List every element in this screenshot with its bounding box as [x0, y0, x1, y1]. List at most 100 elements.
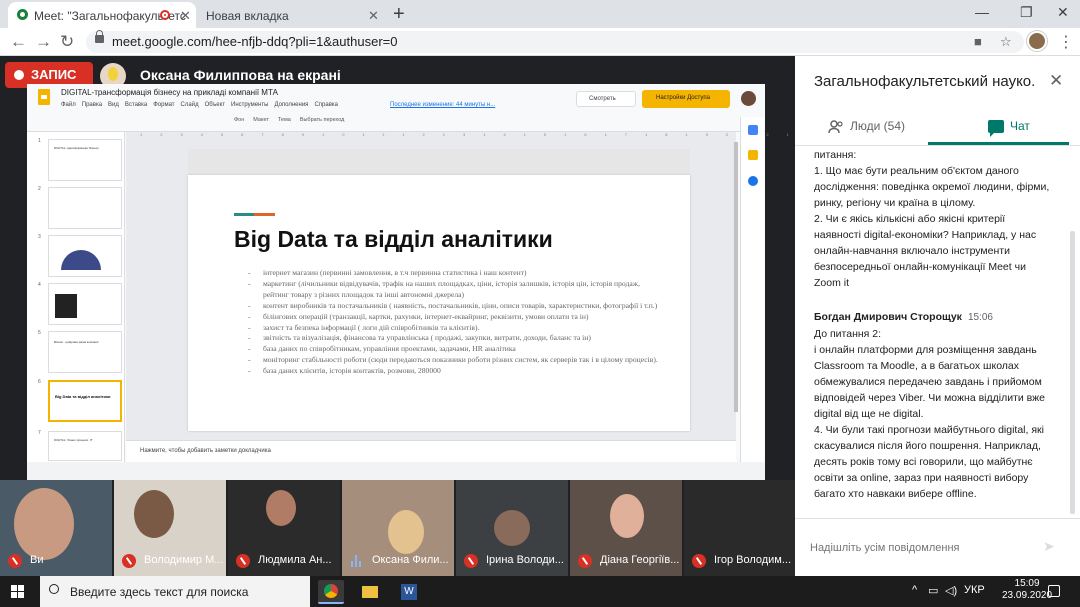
participant-tile[interactable]: Людмила Ан...	[228, 480, 340, 576]
participant-video	[610, 494, 644, 538]
last-edit-link[interactable]: Последнее изменение: 44 минуты н...	[390, 102, 495, 108]
transition-button[interactable]: Выбрать переход	[300, 117, 345, 123]
menu-slide[interactable]: Слайд	[181, 102, 199, 108]
thumb-number: 3	[38, 234, 41, 240]
notifications-icon[interactable]	[1048, 585, 1060, 597]
language-indicator[interactable]: УКР	[964, 584, 985, 596]
slide-thumbnail[interactable]	[48, 187, 122, 229]
slides-user-avatar[interactable]	[741, 91, 756, 106]
tasks-icon[interactable]	[748, 176, 758, 186]
slide-thumbnail[interactable]: Візник - цифрова зміна компанії	[48, 331, 122, 373]
close-tab-icon[interactable]: ✕	[180, 8, 191, 24]
slide-thumbnail[interactable]: DIGITAL: бізнес-процеси. ІТ	[48, 431, 122, 461]
new-tab-button[interactable]: +	[393, 3, 405, 26]
word-icon[interactable]: W	[396, 580, 422, 604]
canvas-scrollbar[interactable]	[734, 142, 738, 412]
close-window-icon[interactable]: ✕	[1057, 4, 1069, 21]
send-icon[interactable]: ➤	[1043, 538, 1055, 555]
chrome-taskbar-icon[interactable]	[318, 580, 344, 604]
slides-toolbar: Фон Макет Тема Выбрать переход	[36, 117, 736, 130]
participant-tile[interactable]: Оксана Фили...	[342, 480, 454, 576]
tab-chat[interactable]: Чат	[1010, 119, 1030, 133]
keep-icon[interactable]	[748, 150, 758, 160]
camera-icon[interactable]: ■	[974, 34, 982, 49]
chat-message: До питання 2: і онлайн платформи для роз…	[814, 328, 1045, 500]
tab-new[interactable]: Новая вкладка ✕	[196, 2, 384, 28]
reload-icon[interactable]: ↻	[60, 32, 74, 52]
slide-thumbnail-selected[interactable]: Big Data та відділ аналітики	[48, 380, 122, 422]
windows-start-icon[interactable]	[11, 585, 25, 599]
tab-meet[interactable]: Meet: "Загальнофакультетс ✕	[8, 2, 196, 28]
layout-button[interactable]: Макет	[253, 117, 269, 123]
chat-scrollbar[interactable]	[1070, 231, 1075, 514]
chat-message-input[interactable]	[810, 542, 1030, 554]
menu-object[interactable]: Объект	[205, 102, 225, 108]
maximize-icon[interactable]: ❐	[1020, 4, 1033, 21]
presenter-label: Оксана Филиппова на екрані	[140, 67, 341, 83]
accent-bar	[234, 213, 254, 216]
taskbar-search-placeholder: Введите здесь текст для поиска	[70, 585, 249, 599]
menu-insert[interactable]: Вставка	[125, 102, 147, 108]
back-icon[interactable]: ←	[10, 32, 27, 52]
slides-bottom-bar	[27, 462, 765, 480]
side-panel	[740, 117, 764, 462]
slide-thumbnail[interactable]: DIGITAL-трансформація бізнесу	[48, 139, 122, 181]
slide-title: Big Data та відділ аналітики	[234, 226, 553, 252]
participant-name: Людмила Ан...	[258, 554, 332, 566]
people-icon[interactable]	[828, 120, 844, 134]
menu-help[interactable]: Справка	[314, 102, 338, 108]
slide-thumbnail[interactable]	[48, 235, 122, 277]
participant-tile[interactable]: Діана Георгіїв...	[570, 480, 682, 576]
forward-icon[interactable]: →	[35, 32, 52, 52]
minimize-icon[interactable]: —	[975, 4, 989, 20]
tray-chevron-icon[interactable]: ^	[912, 584, 917, 596]
slides-doc-title: DIGITAL-трансформація бізнесу на приклад…	[61, 88, 278, 97]
mic-off-icon	[464, 554, 478, 568]
thumb-number: 5	[38, 330, 41, 336]
theme-button[interactable]: Тема	[278, 117, 291, 123]
background-button[interactable]: Фон	[234, 117, 244, 123]
participant-avatar	[494, 510, 530, 546]
lock-icon[interactable]	[95, 30, 104, 43]
participant-tile[interactable]: Ігор Володим...	[684, 480, 795, 576]
volume-icon[interactable]: ◁)	[945, 584, 957, 597]
menu-format[interactable]: Формат	[153, 102, 174, 108]
network-icon[interactable]: ▭	[928, 584, 938, 597]
tab-people[interactable]: Люди (54)	[850, 119, 905, 133]
mic-off-icon	[578, 554, 592, 568]
calendar-icon[interactable]	[748, 125, 758, 135]
file-explorer-icon[interactable]	[357, 580, 383, 604]
bullet-item: білінгових операцій (транзакції, картки,…	[248, 312, 658, 323]
participant-tile[interactable]: Ви	[0, 480, 112, 576]
menu-tools[interactable]: Инструменты	[231, 102, 268, 108]
menu-file[interactable]: Файл	[61, 102, 76, 108]
menu-view[interactable]: Вид	[108, 102, 119, 108]
more-menu-icon[interactable]: ⋮	[1058, 32, 1074, 52]
thumb-number: 1	[38, 138, 41, 144]
slides-logo-icon	[38, 89, 50, 105]
share-button[interactable]: Настройки Доступа	[642, 90, 730, 108]
participant-tile[interactable]: Ірина Володи...	[456, 480, 568, 576]
bullet-item: маркетинг (лічильники відвідувачів, траф…	[248, 279, 658, 301]
profile-avatar[interactable]	[1027, 31, 1047, 51]
participant-name: Діана Георгіїв...	[600, 554, 680, 566]
slide-thumbnail[interactable]	[48, 283, 122, 325]
close-tab-icon[interactable]: ✕	[368, 8, 379, 24]
url-text[interactable]: meet.google.com/hee-nfjb-ddq?pli=1&authu…	[112, 34, 397, 49]
participant-tile[interactable]: Володимир М...	[114, 480, 226, 576]
bookmark-star-icon[interactable]: ☆	[1000, 34, 1012, 50]
mic-off-icon	[236, 554, 250, 568]
chat-icon[interactable]	[988, 120, 1004, 137]
bullet-item: контент виробників та постачальників ( н…	[248, 301, 658, 312]
participant-video	[266, 490, 296, 526]
menu-edit[interactable]: Правка	[82, 102, 102, 108]
mic-off-icon	[692, 554, 706, 568]
meet-favicon-icon	[17, 9, 28, 20]
menu-addons[interactable]: Дополнения	[274, 102, 308, 108]
mic-active-icon	[351, 555, 363, 567]
present-button[interactable]: Смотреть	[576, 91, 636, 107]
taskbar-clock[interactable]: 15:09 23.09.2020	[1002, 578, 1052, 602]
slide-header-band	[188, 149, 690, 175]
close-panel-icon[interactable]: ✕	[1049, 71, 1063, 91]
bullet-item: моніторинг стабільності роботи (сюди пер…	[248, 355, 658, 366]
